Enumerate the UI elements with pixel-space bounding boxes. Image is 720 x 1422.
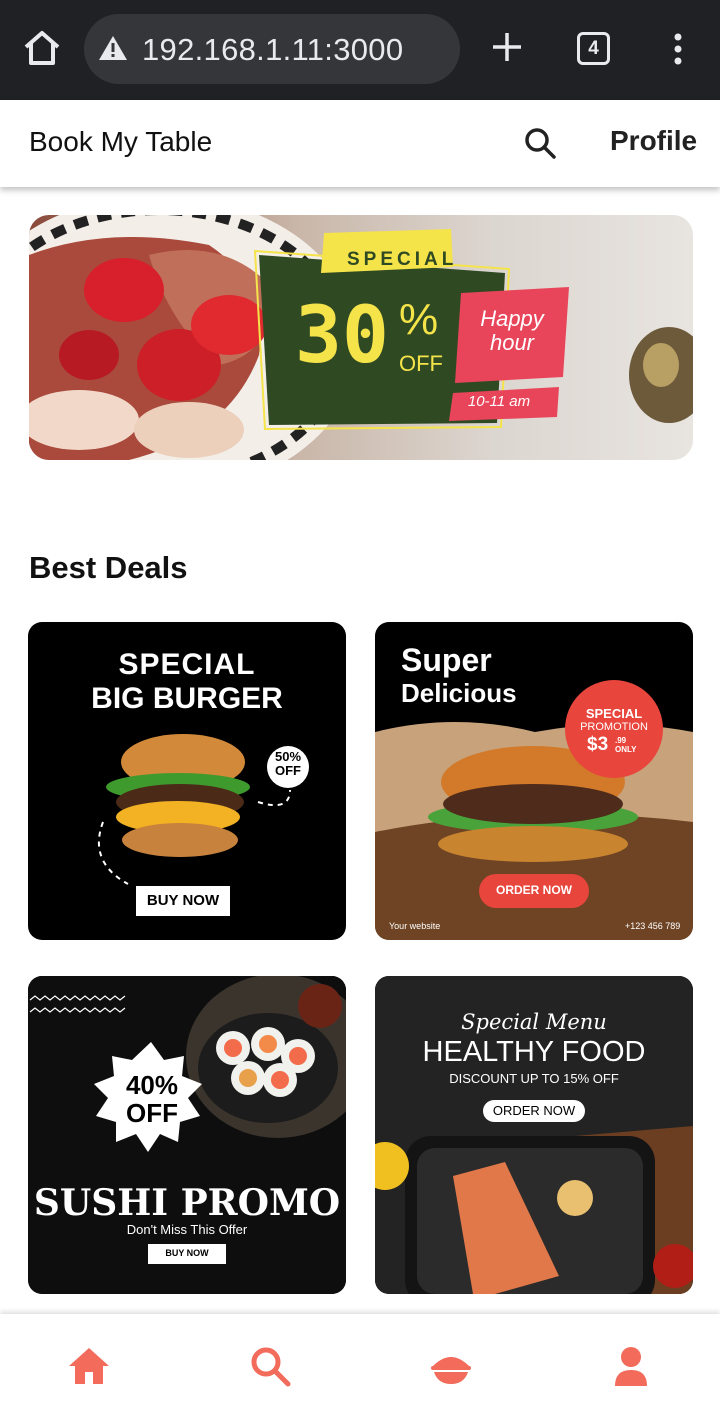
hero-banner[interactable]: SPECIAL 30 % OFF Happy hour 10-11 am (29, 215, 693, 460)
best-deals-title: Best Deals (29, 550, 188, 585)
user-icon[interactable] (609, 1344, 653, 1388)
warning-icon (98, 34, 128, 62)
card-4-script: Special Menu (461, 1010, 607, 1034)
card-3-subtitle: Don't Miss This Offer (126, 1222, 248, 1237)
card-2-line2: Delicious (401, 678, 517, 708)
browser-toolbar: 192.168.1.11:3000 4 (0, 0, 720, 100)
card-4-cta[interactable]: ORDER NOW (483, 1103, 585, 1118)
hero-time: 10-11 am (467, 393, 531, 410)
search-icon[interactable] (248, 1344, 292, 1388)
card-1-line1: SPECIAL (118, 648, 256, 681)
card-2-cents: .99 (615, 736, 627, 745)
deal-card-sushi-promo[interactable]: 40% OFF SUSHI PROMO Don't Miss This Offe… (28, 976, 346, 1294)
card-3-title: SUSHI PROMO (33, 1182, 341, 1224)
new-tab-icon[interactable] (490, 30, 524, 64)
hero-discount: 30 (295, 291, 389, 381)
card-2-line1: Super (401, 642, 492, 678)
card-4-title: HEALTHY FOOD (422, 1036, 646, 1068)
hero-percent: % (399, 295, 439, 344)
hero-happy-hour: Happy hour (480, 306, 544, 355)
card-2-only: ONLY (615, 745, 637, 754)
deal-card-big-burger[interactable]: SPECIAL BIG BURGER 50% OFF BUY NOW (28, 622, 346, 940)
search-icon[interactable] (522, 125, 558, 161)
app-title[interactable]: Book My Table (29, 126, 212, 158)
card-3-badge-2: OFF (126, 1098, 178, 1128)
card-1-line2: BIG BURGER (91, 682, 283, 715)
card-2-footer-right: +123 456 789 (625, 921, 681, 931)
bottom-navigation (0, 1314, 720, 1422)
card-3-badge-1: 40% (125, 1070, 179, 1100)
url-text: 192.168.1.11:3000 (142, 32, 404, 67)
hero-off: OFF (399, 351, 443, 376)
more-menu-icon[interactable] (668, 32, 688, 66)
card-1-badge: 50% OFF (274, 749, 302, 778)
app-header: Book My Table Profile (0, 100, 720, 187)
food-bowl-icon[interactable] (429, 1344, 473, 1388)
card-2-cta[interactable]: ORDER NOW (479, 883, 589, 897)
tab-switcher-button[interactable]: 4 (577, 32, 610, 65)
hero-badge: SPECIAL (347, 249, 458, 270)
card-1-cta[interactable]: BUY NOW (136, 892, 230, 909)
card-4-subtitle: DISCOUNT UP TO 15% OFF (449, 1071, 619, 1086)
deal-card-super-delicious[interactable]: Super Delicious SPECIAL PROMOTION $3 .99… (375, 622, 693, 940)
address-bar[interactable]: 192.168.1.11:3000 (84, 14, 460, 84)
card-2-promo-2: PROMOTION (580, 721, 648, 733)
card-3-cta[interactable]: BUY NOW (148, 1248, 226, 1258)
deal-card-healthy-food[interactable]: Special Menu HEALTHY FOOD DISCOUNT UP TO… (375, 976, 693, 1294)
card-2-footer-left: Your website (389, 921, 441, 931)
home-icon[interactable] (22, 28, 62, 68)
profile-link[interactable]: Profile (610, 125, 697, 157)
card-2-price: $3 (587, 734, 609, 755)
home-icon[interactable] (67, 1344, 111, 1388)
card-2-promo-1: SPECIAL (585, 706, 643, 721)
